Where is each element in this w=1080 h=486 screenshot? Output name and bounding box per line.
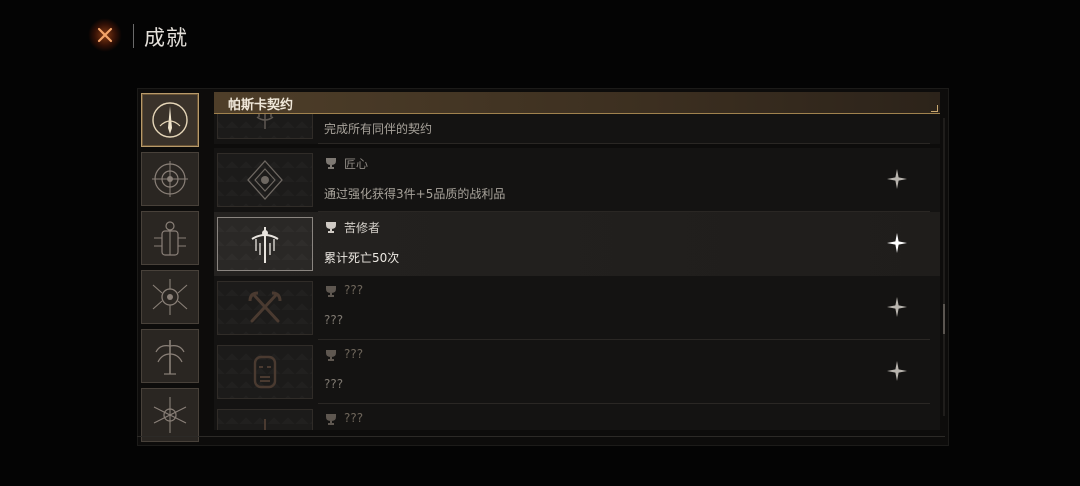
- achievement-desc: ???: [324, 377, 344, 391]
- achievement-row[interactable]: 完成所有同伴的契约: [214, 114, 940, 144]
- panel-bottom-divider: [137, 436, 945, 437]
- achievement-title: 苦修者: [344, 221, 381, 235]
- mask-emblem-icon: [253, 355, 277, 389]
- cross-emblem-icon: [251, 227, 279, 263]
- spire-emblem-icon: [264, 419, 266, 430]
- achievement-badge: [217, 345, 313, 399]
- category-beetle[interactable]: [141, 211, 199, 265]
- achievement-title: ???: [344, 411, 364, 425]
- trophy-icon: [326, 414, 336, 425]
- close-icon: [97, 27, 113, 43]
- title-divider: [133, 24, 134, 48]
- achievement-desc: 通过强化获得3件+5品质的战利品: [324, 187, 506, 201]
- trophy-icon: [326, 222, 336, 233]
- achievement-row[interactable]: ??? ???: [214, 276, 940, 340]
- spider-sigil-icon: [152, 279, 188, 315]
- crossed-axes-emblem-icon: [248, 291, 282, 323]
- diamond-emblem-icon: [247, 160, 283, 200]
- trophy-icon: [326, 286, 336, 297]
- achievement-list[interactable]: 完成所有同伴的契约 匠心 通过强化获得3件+5品质的战利品 苦修者 累计死亡50…: [214, 114, 944, 430]
- compact-sigil-icon: [152, 102, 188, 138]
- achievement-desc: ???: [324, 313, 344, 327]
- star-sparkle-icon: [887, 233, 907, 253]
- beetle-sigil-icon: [154, 221, 186, 256]
- achievement-badge: [217, 409, 313, 430]
- category-compact[interactable]: [141, 93, 199, 147]
- row-divider: [318, 143, 930, 144]
- tree-sigil-icon: [155, 340, 185, 375]
- category-header: 帕斯卡契约: [214, 92, 940, 114]
- trident-emblem-icon: [256, 114, 274, 129]
- category-header-label: 帕斯卡契约: [228, 98, 294, 113]
- close-button[interactable]: [88, 18, 122, 52]
- category-spider[interactable]: [141, 270, 199, 324]
- star-sparkle-icon: [887, 169, 907, 189]
- trophy-icon: [326, 350, 336, 361]
- achievement-row[interactable]: ??? ???: [214, 340, 940, 404]
- category-thorn[interactable]: [141, 388, 199, 442]
- trophy-icon: [326, 158, 336, 169]
- header-corner-ornament: [931, 105, 938, 112]
- star-sparkle-icon: [887, 361, 907, 381]
- achievement-desc: 累计死亡50次: [324, 251, 400, 265]
- achievement-badge: [217, 281, 313, 335]
- thorn-sigil-icon: [153, 397, 187, 433]
- achievement-row[interactable]: ???: [214, 404, 940, 430]
- page-title: 成就: [144, 26, 188, 50]
- achievement-title: ???: [344, 347, 364, 361]
- achievement-badge: [217, 114, 313, 139]
- achievement-title: 匠心: [344, 157, 369, 171]
- category-eye[interactable]: [141, 152, 199, 206]
- achievement-title: ???: [344, 283, 364, 297]
- star-sparkle-icon: [887, 297, 907, 317]
- achievement-desc: 完成所有同伴的契约: [324, 122, 433, 136]
- category-tree[interactable]: [141, 329, 199, 383]
- achievement-row-selected[interactable]: 苦修者 累计死亡50次: [214, 212, 940, 276]
- achievement-badge: [217, 217, 313, 271]
- achievement-badge: [217, 153, 313, 207]
- scrollbar-track[interactable]: [943, 118, 945, 416]
- scrollbar-thumb[interactable]: [943, 304, 945, 334]
- eye-sigil-icon: [152, 161, 188, 197]
- achievement-row[interactable]: 匠心 通过强化获得3件+5品质的战利品: [214, 148, 940, 212]
